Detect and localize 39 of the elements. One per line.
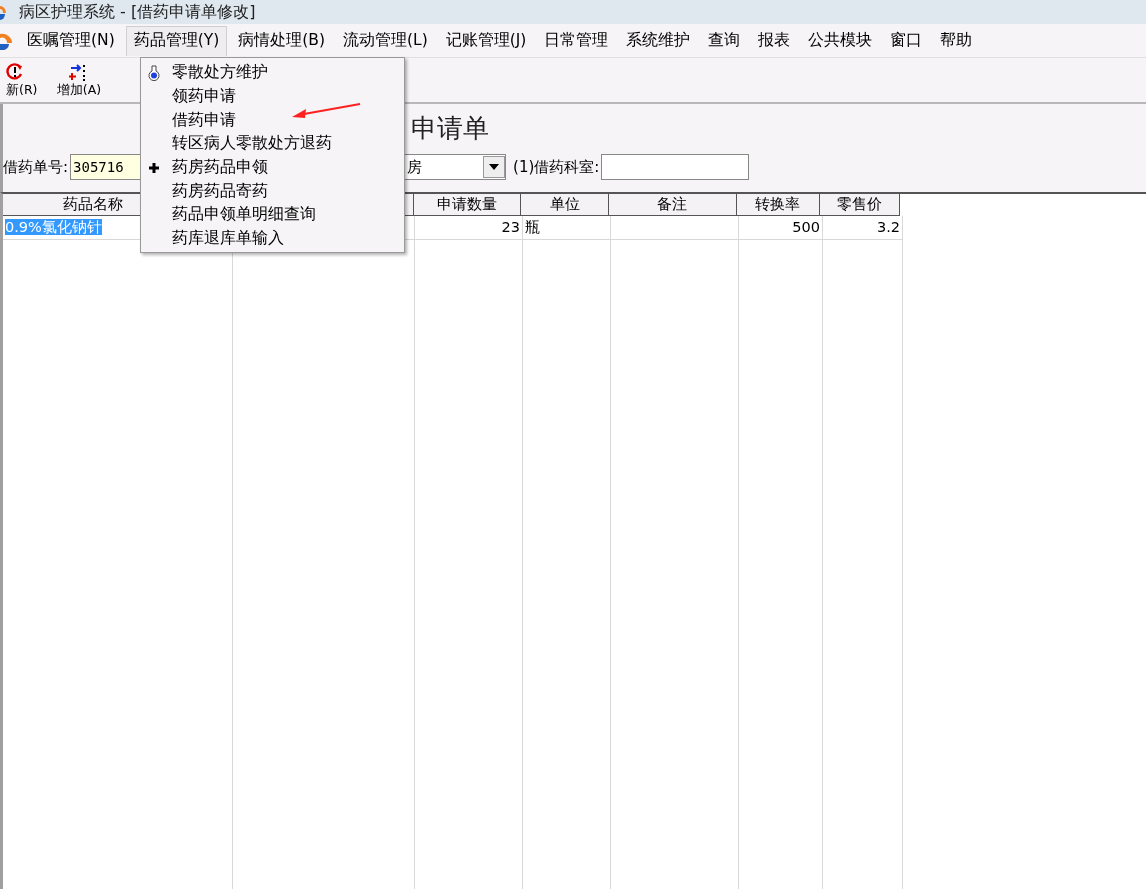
column-header: 备注	[609, 194, 737, 216]
field-label: (1)借药科室:	[513, 156, 600, 178]
toolbar-button[interactable]: 新(R)	[0, 63, 46, 100]
department-field[interactable]	[601, 154, 750, 180]
menu-item[interactable]: 转区病人零散处方退药	[141, 132, 404, 156]
column-header: 单位	[521, 194, 610, 216]
menu-item[interactable]: 窗口	[883, 25, 930, 56]
annotation-arrow	[292, 103, 362, 119]
menu-item[interactable]: 借药申请	[141, 108, 404, 133]
menu-item[interactable]: 领药申请	[141, 84, 404, 109]
menu-item[interactable]: 医嘱管理(N)	[20, 25, 122, 56]
flask-icon	[148, 64, 160, 81]
menu-item[interactable]: 记账管理(J)	[438, 25, 534, 56]
table-cell: 23	[415, 216, 523, 240]
table-cell: 瓶	[523, 216, 611, 240]
menu-item[interactable]: 帮助	[933, 25, 980, 56]
refresh-icon	[6, 63, 24, 82]
menu-item[interactable]: 日常管理	[537, 25, 616, 56]
plus-icon	[148, 161, 160, 174]
menu-item[interactable]: 查询	[701, 25, 748, 56]
dropdown-arrow-icon	[489, 164, 500, 170]
window-title: 病区护理系统 - [借药申请单修改]	[19, 1, 256, 23]
app-logo-icon	[0, 4, 6, 20]
column-header: 零售价	[820, 194, 900, 216]
toolbar-button[interactable]: 增加(A)	[46, 63, 112, 100]
menu-item[interactable]: 药品管理(Y)	[125, 25, 228, 56]
menu-item[interactable]: 零散处方维护	[141, 61, 404, 85]
table-cell: 3.2	[823, 216, 903, 240]
column-header: 申请数量	[413, 194, 522, 216]
menu-item[interactable]: 报表	[751, 25, 798, 56]
form-title: 申请单	[411, 111, 489, 145]
table-cell: 500	[739, 216, 823, 240]
field-label: 借药单号:	[3, 156, 69, 178]
menu-item[interactable]: 公共模块	[801, 25, 880, 56]
menu-item[interactable]: 流动管理(L)	[336, 25, 435, 56]
menu-item[interactable]: 系统维护	[619, 25, 698, 56]
column-header: 转换率	[736, 194, 821, 216]
app-logo-icon	[0, 31, 12, 50]
menu-item[interactable]: 病情处理(B)	[231, 25, 332, 56]
